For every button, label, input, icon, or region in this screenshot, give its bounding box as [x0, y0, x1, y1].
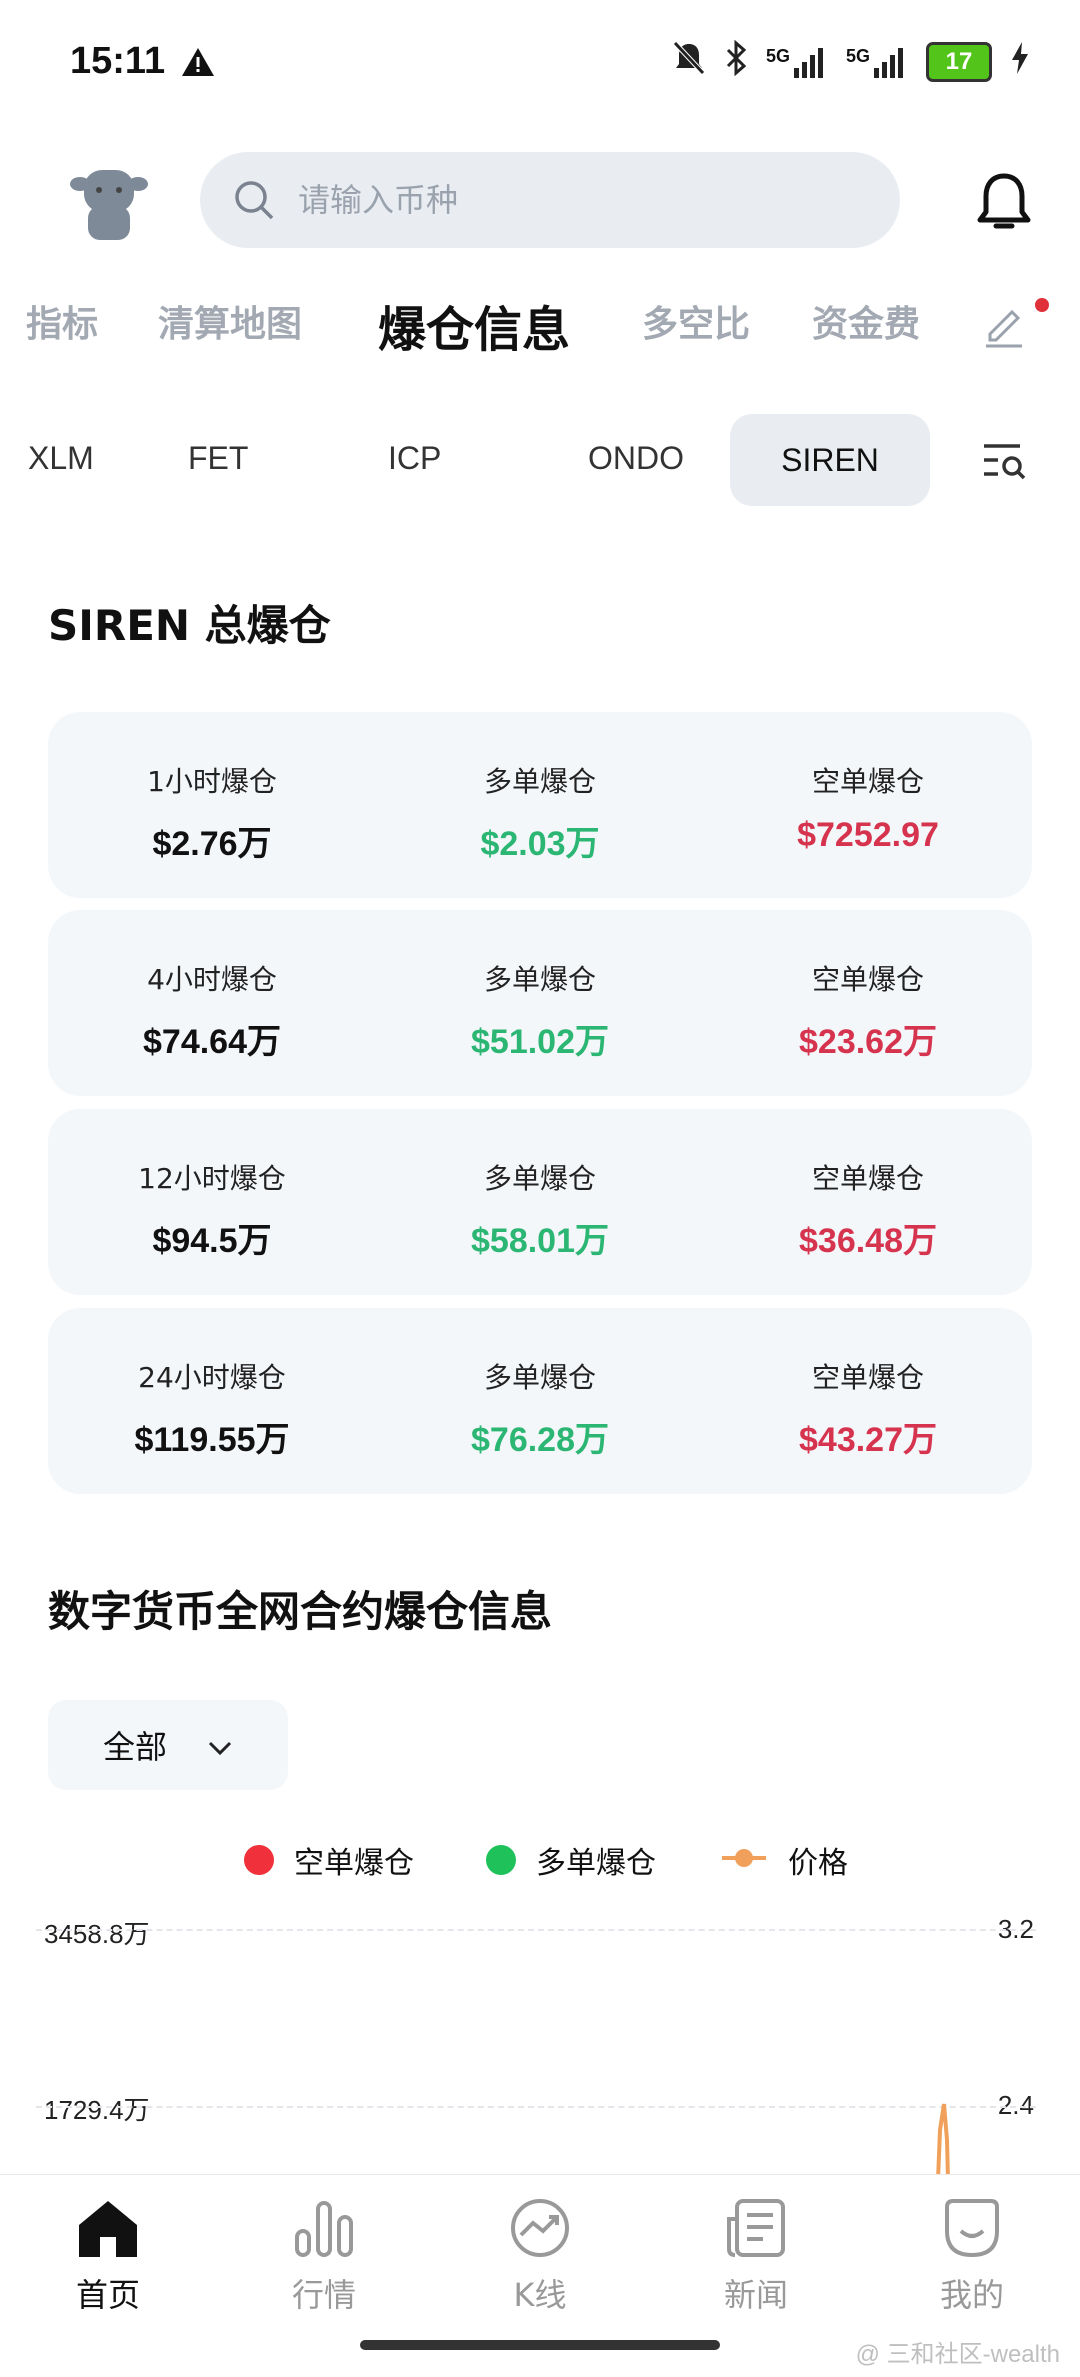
search-bar[interactable] [200, 152, 900, 248]
legend-label: 空单爆仓 [294, 1846, 414, 1881]
period-label: 1小时爆仓 [147, 765, 277, 798]
long-value: $76.28万 [471, 1421, 609, 1459]
grid-line [36, 2106, 1036, 2108]
stat-card-12h: 12小时爆仓 $94.5万 多单爆仓 $58.01万 空单爆仓 $36.48万 [48, 1109, 1032, 1295]
nav-home[interactable]: 首页 [28, 2197, 188, 2316]
legend-dot-green [486, 1845, 516, 1875]
search-icon [235, 181, 274, 220]
legend-long[interactable]: 多单爆仓 [486, 1838, 656, 1882]
legend-line-orange-icon [720, 1843, 768, 1878]
filter-search-icon[interactable] [980, 440, 1028, 482]
nav-label: 行情 [291, 2276, 356, 2314]
nav-label: 新闻 [723, 2276, 788, 2314]
short-label: 空单爆仓 [811, 1162, 924, 1195]
signal-icon: 5G [766, 46, 828, 78]
status-icons: 5G 5G 17 [672, 39, 1030, 83]
signal-icon-2: 5G [846, 46, 908, 78]
nav-profile[interactable]: 我的 [892, 2197, 1052, 2316]
coin-tab-siren[interactable]: SIREN [730, 414, 930, 506]
coin-tab-xlm[interactable]: XLM [28, 440, 94, 477]
long-label: 多单爆仓 [483, 765, 596, 798]
search-input[interactable] [296, 180, 860, 220]
dropdown-value: 全部 [102, 1728, 167, 1766]
y-left-tick: 3458.8万 [44, 1919, 150, 1949]
battery-indicator: 17 [926, 41, 992, 82]
total-value: $119.55万 [134, 1421, 290, 1459]
nav-label: K线 [513, 2276, 567, 2314]
news-icon [727, 2199, 785, 2257]
edit-pencil-icon[interactable] [980, 300, 1028, 348]
long-value: $2.03万 [480, 825, 600, 863]
bluetooth-icon [724, 39, 748, 83]
market-bars-icon [295, 2201, 353, 2257]
legend-price[interactable]: 价格 [720, 1838, 848, 1882]
period-label: 24小时爆仓 [138, 1361, 286, 1394]
home-indicator[interactable] [360, 2340, 720, 2350]
tab-long-short-ratio[interactable]: 多空比 [642, 295, 750, 347]
short-value: $7252.97 [797, 816, 939, 854]
long-value: $51.02万 [471, 1023, 609, 1061]
short-value: $43.27万 [799, 1421, 937, 1459]
notification-bell-icon[interactable] [972, 168, 1036, 238]
nav-label: 我的 [939, 2276, 1004, 2314]
coin-tab-icp[interactable]: ICP [388, 440, 441, 477]
exchange-filter-dropdown[interactable]: 全部 [48, 1700, 288, 1790]
nav-label: 首页 [75, 2276, 140, 2314]
short-label: 空单爆仓 [811, 1361, 924, 1394]
legend-label: 多单爆仓 [536, 1846, 656, 1881]
market-liquidation-title: 数字货币全网合约爆仓信息 [48, 1587, 553, 1636]
status-time: 15:11 [70, 40, 166, 82]
chevron-down-icon [207, 1726, 233, 1764]
long-value: $58.01万 [471, 1222, 609, 1260]
total-value: $94.5万 [152, 1222, 272, 1260]
nav-news[interactable]: 新闻 [676, 2197, 836, 2316]
short-label: 空单爆仓 [811, 765, 924, 798]
legend-short[interactable]: 空单爆仓 [244, 1838, 414, 1882]
total-value: $74.64万 [143, 1023, 281, 1061]
long-label: 多单爆仓 [483, 1361, 596, 1394]
period-label: 12小时爆仓 [138, 1162, 286, 1195]
long-label: 多单爆仓 [483, 1162, 596, 1195]
period-label: 4小时爆仓 [147, 963, 277, 996]
notification-dot [1035, 298, 1049, 312]
network-type-label-2: 5G [845, 45, 870, 66]
section-title: SIREN 总爆仓 [48, 601, 331, 650]
coin-tab-fet[interactable]: FET [188, 440, 248, 477]
short-value: $36.48万 [799, 1222, 937, 1260]
tab-liquidation-info[interactable]: 爆仓信息 [378, 290, 570, 360]
nav-kline[interactable]: K线 [460, 2197, 620, 2316]
kline-chart-icon [511, 2199, 569, 2257]
total-value: $2.76万 [152, 825, 272, 863]
stat-card-1h: 1小时爆仓 $2.76万 多单爆仓 $2.03万 空单爆仓 $7252.97 [48, 712, 1032, 898]
tab-liquidation-map[interactable]: 清算地图 [158, 295, 302, 347]
legend-label: 价格 [788, 1846, 848, 1881]
watermark: @ 三和社区-wealth [855, 2341, 1060, 2368]
nav-market[interactable]: 行情 [244, 2197, 404, 2316]
home-icon [79, 2201, 137, 2257]
tab-indicators[interactable]: 指标 [26, 295, 98, 347]
coin-tab-ondo[interactable]: ONDO [588, 440, 684, 477]
stat-card-24h: 24小时爆仓 $119.55万 多单爆仓 $76.28万 空单爆仓 $43.27万 [48, 1308, 1032, 1494]
network-type-label: 5G [765, 45, 790, 66]
long-label: 多单爆仓 [483, 963, 596, 996]
tab-funding-rate[interactable]: 资金费 [812, 295, 932, 347]
mute-bell-icon [672, 40, 706, 83]
stat-card-4h: 4小时爆仓 $74.64万 多单爆仓 $51.02万 空单爆仓 $23.62万 [48, 910, 1032, 1096]
profile-icon [945, 2199, 999, 2258]
warning-icon [180, 46, 216, 83]
avatar-cow-icon[interactable] [66, 158, 152, 244]
y-left-tick: 1729.4万 [44, 2095, 150, 2125]
legend-dot-red [244, 1845, 274, 1875]
price-line-series [936, 2103, 950, 2180]
charging-icon [1010, 40, 1030, 83]
short-label: 空单爆仓 [811, 963, 924, 996]
grid-line [36, 1929, 1036, 1931]
short-value: $23.62万 [799, 1023, 937, 1061]
